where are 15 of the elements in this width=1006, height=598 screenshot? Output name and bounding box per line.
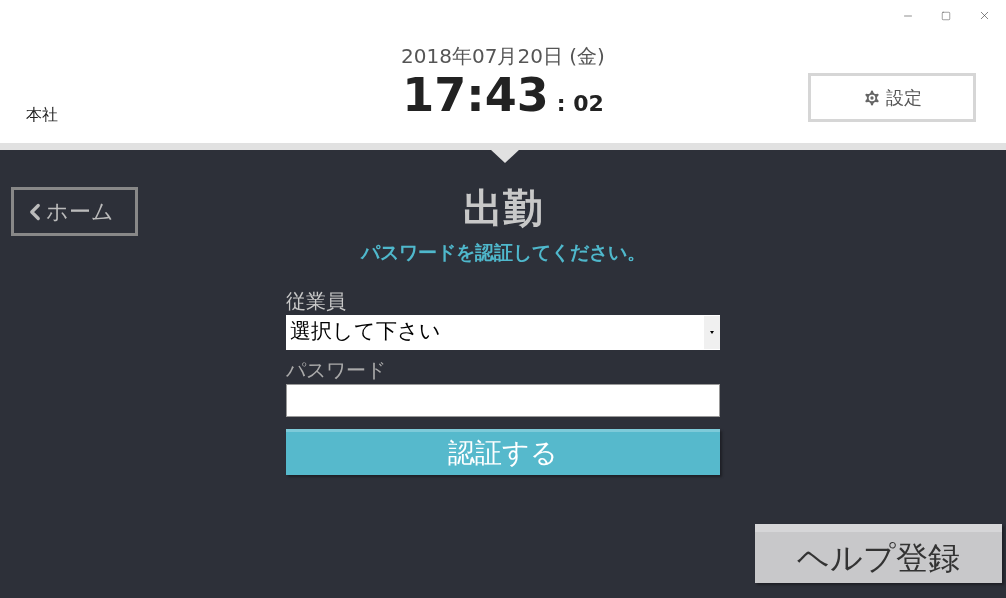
seconds-label: : 02	[556, 90, 604, 118]
employee-label: 従業員	[286, 287, 347, 315]
help-button[interactable]: ヘルプ登録	[755, 524, 1002, 583]
password-field[interactable]	[286, 383, 720, 417]
settings-button[interactable]: 設定	[808, 73, 976, 122]
instruction-text: パスワードを認証してください。	[360, 240, 646, 265]
screen-title: 出勤	[463, 184, 543, 233]
maximize-icon	[941, 10, 951, 21]
home-button[interactable]: ホーム	[11, 187, 138, 236]
time-label: 17:43	[402, 69, 549, 121]
settings-icon	[862, 87, 882, 108]
password-label: パスワード	[286, 356, 387, 384]
employee-select[interactable]: 選択して下さい	[286, 314, 720, 350]
location-label: 本社	[26, 105, 58, 124]
date-label: 2018年07月20日 (金)	[401, 43, 605, 69]
